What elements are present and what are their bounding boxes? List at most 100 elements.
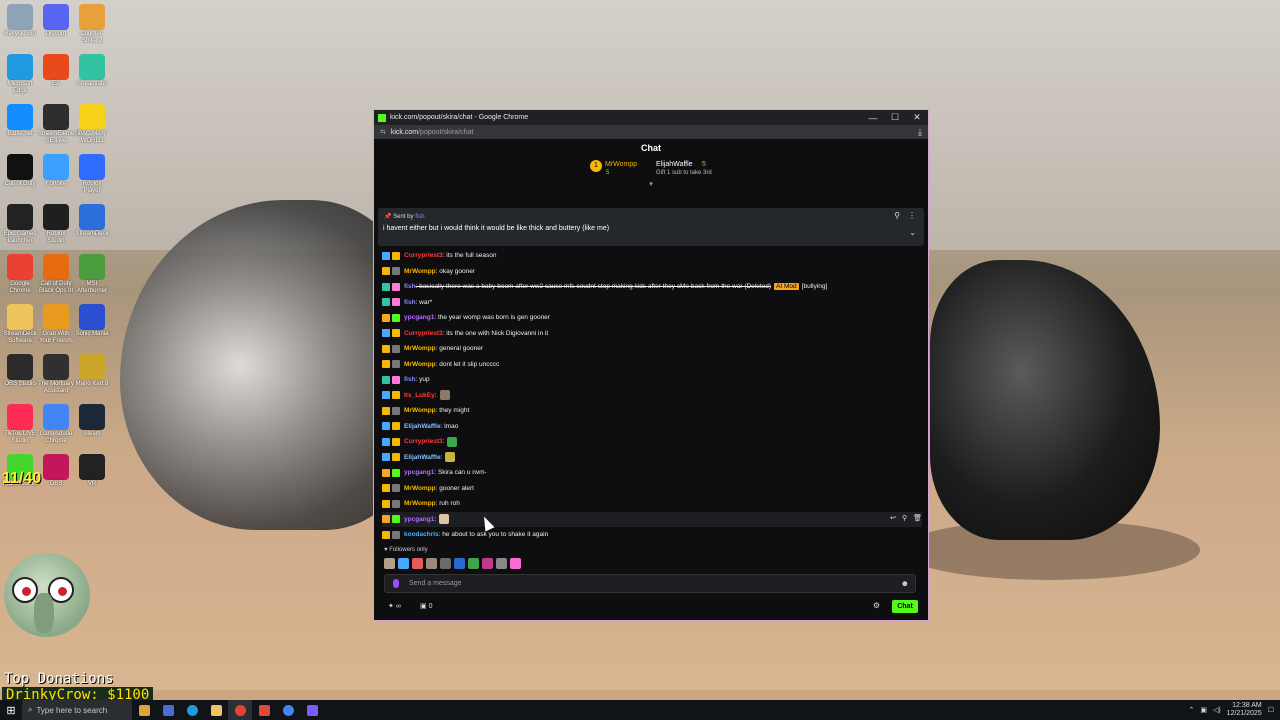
chat-message[interactable]: MrWompp: dont let it slip uncccc bbox=[382, 357, 922, 373]
chat-message[interactable]: MrWompp: gooner alert bbox=[382, 481, 922, 497]
desktop-icon[interactable]: Microsoft Edge bbox=[2, 54, 38, 95]
chat-message[interactable]: ElijahWaffle: lmao bbox=[382, 419, 922, 435]
collapse-chevron-icon[interactable]: ▾ bbox=[374, 181, 928, 189]
desktop-icon[interactable]: Epic Games Launcher bbox=[2, 204, 38, 245]
emote-icon[interactable] bbox=[468, 558, 479, 569]
edge-icon[interactable] bbox=[180, 700, 204, 720]
desktop-icon[interactable]: Steam bbox=[74, 404, 110, 438]
chat-message[interactable]: Currypriest3: its the one with Nick Digi… bbox=[382, 326, 922, 342]
chat-message[interactable]: MrWompp: general gooner bbox=[382, 341, 922, 357]
desktop-icon[interactable]: StreamDeck bbox=[74, 204, 110, 238]
desktop-icon[interactable]: StreamElements SE.Live bbox=[38, 104, 82, 145]
chat-message[interactable]: ypcgang1: the year womp was born is gen … bbox=[382, 310, 922, 326]
desktop-icon[interactable]: VR bbox=[74, 454, 110, 488]
emote-icon[interactable] bbox=[412, 558, 423, 569]
volume-icon[interactable]: ◁) bbox=[1213, 706, 1221, 714]
desktop-icon[interactable]: TikTok LIVE Studio bbox=[2, 404, 38, 445]
chat-username[interactable]: fish bbox=[404, 299, 416, 306]
chat-input[interactable]: Send a message ☻ bbox=[384, 574, 916, 593]
taskbar-search[interactable]: ⌕ Type here to search bbox=[22, 700, 132, 720]
chat-username[interactable]: MrWompp bbox=[404, 345, 436, 352]
taskbar-app-icon[interactable] bbox=[156, 700, 180, 720]
emote-icon[interactable] bbox=[440, 558, 451, 569]
chat-message[interactable]: fish: war* bbox=[382, 295, 922, 311]
notification-icon[interactable]: ☐ bbox=[1268, 706, 1274, 714]
close-button[interactable]: ✕ bbox=[906, 110, 928, 125]
chat-message[interactable]: ElijahWaffle: bbox=[382, 450, 922, 466]
chat-message[interactable]: MrWompp: okay gooner bbox=[382, 264, 922, 280]
chat-message[interactable]: Currypriest3: bbox=[382, 434, 922, 450]
chrome-icon[interactable] bbox=[228, 700, 252, 720]
minimize-button[interactable]: — bbox=[862, 110, 884, 125]
clock[interactable]: 12:38 AM 12/21/2025 bbox=[1227, 702, 1262, 718]
desktop-icon[interactable]: Counter-Strike 2 bbox=[74, 4, 110, 45]
emote-icon[interactable] bbox=[482, 558, 493, 569]
desktop-icon[interactable]: MSI Afterburner bbox=[74, 254, 110, 295]
chat-username[interactable]: ypcgang1 bbox=[404, 516, 434, 523]
chat-username[interactable]: koodachris bbox=[404, 531, 439, 538]
unpin-icon[interactable]: ⚲ bbox=[894, 211, 900, 220]
windows-start-icon[interactable]: ⊞ bbox=[0, 700, 22, 720]
chat-username[interactable]: MrWompp bbox=[404, 268, 436, 275]
mic-icon[interactable] bbox=[393, 579, 399, 588]
chat-username[interactable]: Currypriest3 bbox=[404, 438, 443, 445]
inventory[interactable]: ▣ 0 bbox=[420, 602, 432, 610]
file-explorer-icon[interactable] bbox=[204, 700, 228, 720]
download-icon[interactable]: ⤓ bbox=[918, 127, 922, 138]
pin-icon[interactable]: ⚲ bbox=[902, 514, 907, 522]
chat-username[interactable]: MrWompp bbox=[404, 485, 436, 492]
desktop-icon[interactable]: Fortnite bbox=[38, 154, 74, 188]
emoji-picker-icon[interactable]: ☻ bbox=[901, 579, 909, 588]
channel-points[interactable]: ✦ ∞ bbox=[388, 602, 401, 610]
chat-message[interactable]: MrWompp: ruh roh bbox=[382, 496, 922, 512]
chat-message[interactable]: koodachris: he about to ask you to shake… bbox=[382, 527, 922, 543]
chat-message[interactable]: fish: yup bbox=[382, 372, 922, 388]
chat-message[interactable]: fish: basically there was a baby boom af… bbox=[382, 279, 922, 295]
emote-icon[interactable] bbox=[426, 558, 437, 569]
pinned-sender[interactable]: fish bbox=[415, 214, 424, 220]
desktop-icon[interactable]: Call of Duty bbox=[2, 154, 38, 188]
expand-chevron-icon[interactable]: ⌄ bbox=[909, 228, 916, 237]
desktop-icon[interactable]: Roblox Studio bbox=[38, 204, 74, 245]
desktop-icon[interactable]: The Mortuary Assistant bbox=[38, 354, 74, 395]
desktop-icon[interactable]: Call of Duty Black Ops III bbox=[38, 254, 74, 295]
chat-username[interactable]: ypcgang1 bbox=[404, 469, 434, 476]
desktop-icon[interactable]: Gamesdude Chrome bbox=[38, 404, 74, 445]
chat-message[interactable]: Currypriest3: its the full season bbox=[382, 248, 922, 264]
desktop-icon[interactable]: Discord bbox=[38, 4, 74, 38]
tray-arrow-icon[interactable]: ⌃ bbox=[1188, 706, 1194, 714]
chat-message[interactable]: Its_LukEy: bbox=[382, 388, 922, 404]
send-chat-button[interactable]: Chat bbox=[892, 600, 918, 613]
taskbar-app-icon-2[interactable] bbox=[252, 700, 276, 720]
second-gifter-name[interactable]: ElijahWaffle bbox=[656, 161, 693, 168]
emote-icon[interactable] bbox=[454, 558, 465, 569]
chat-username[interactable]: Currypriest3 bbox=[404, 252, 443, 259]
desktop-icon[interactable]: OBS Studio bbox=[2, 354, 38, 388]
desktop-icon[interactable]: Google Chrome bbox=[2, 254, 38, 295]
chat-username[interactable]: fish bbox=[404, 283, 416, 290]
delete-icon[interactable]: 🗑 bbox=[913, 514, 922, 522]
desktop-icon[interactable]: Recycle Bin bbox=[2, 4, 38, 38]
chat-username[interactable]: MrWompp bbox=[404, 500, 436, 507]
taskbar-app-icon-3[interactable] bbox=[300, 700, 324, 720]
maximize-button[interactable]: ☐ bbox=[884, 110, 906, 125]
emote-icon[interactable] bbox=[510, 558, 521, 569]
chat-username[interactable]: ElijahWaffle bbox=[404, 423, 441, 430]
address-bar[interactable]: ⇆ kick.com/popout/skira/chat bbox=[374, 125, 928, 139]
desktop-icon[interactable]: OBS bbox=[38, 454, 74, 488]
chat-username[interactable]: Currypriest3 bbox=[404, 330, 443, 337]
reply-icon[interactable]: ↩ bbox=[890, 514, 896, 522]
desktop-icon[interactable]: Sonic Mania bbox=[74, 304, 110, 338]
chat-message[interactable]: ypcgang1: ↩ ⚲ 🗑 bbox=[382, 511, 922, 527]
desktop-icon[interactable]: Streamlabs bbox=[74, 54, 110, 88]
network-icon[interactable]: ▣ bbox=[1200, 706, 1207, 714]
desktop-icon[interactable]: Battle.net bbox=[2, 104, 38, 138]
emote-icon[interactable] bbox=[496, 558, 507, 569]
chat-message[interactable]: MrWompp: they might bbox=[382, 403, 922, 419]
emote-icon[interactable] bbox=[384, 558, 395, 569]
desktop-icon[interactable]: StreamDeck Software bbox=[2, 304, 38, 345]
chat-username[interactable]: fish bbox=[404, 376, 416, 383]
gear-icon[interactable]: ⚙ bbox=[873, 601, 880, 610]
widgets-icon[interactable] bbox=[132, 700, 156, 720]
top-gifter-name[interactable]: MrWompp bbox=[605, 161, 637, 168]
